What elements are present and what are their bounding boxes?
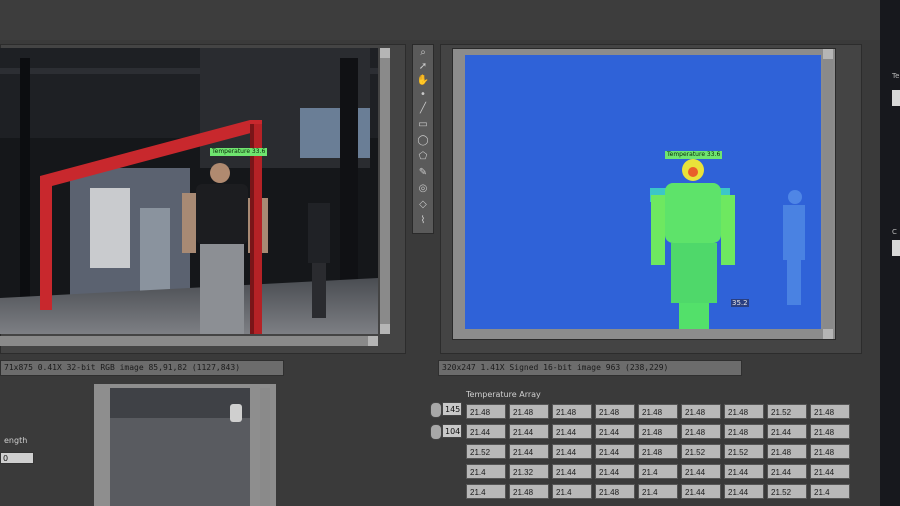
temperature-cell[interactable]: 21.48 — [681, 404, 721, 419]
scroll-up-arrow-icon[interactable] — [823, 49, 833, 59]
temperature-cell[interactable]: 21.4 — [466, 464, 506, 479]
temperature-cell[interactable]: 21.4 — [638, 464, 678, 479]
rgb-temperature-tag: Temperature 33.6 — [210, 148, 268, 156]
column-index-field[interactable]: 104 — [442, 424, 462, 438]
temperature-cell[interactable]: 21.44 — [466, 424, 506, 439]
row-index-field[interactable]: 145 — [442, 402, 462, 416]
temperature-cell[interactable]: 21.52 — [767, 484, 807, 499]
polygon-icon[interactable]: ⬠ — [415, 151, 431, 163]
temperature-cell[interactable]: 21.48 — [810, 444, 850, 459]
right-side-panel: Te C — [880, 0, 900, 506]
secondary-view-frame — [94, 384, 276, 506]
scroll-down-arrow-icon[interactable] — [823, 329, 833, 339]
temperature-cell[interactable]: 21.48 — [810, 404, 850, 419]
temperature-cell[interactable]: 21.44 — [552, 464, 592, 479]
temperature-cell[interactable]: 21.52 — [466, 444, 506, 459]
window-top-band — [0, 0, 880, 40]
temperature-cell[interactable]: 21.44 — [595, 444, 635, 459]
ellipse-icon[interactable]: ◯ — [415, 135, 431, 147]
temperature-cell[interactable]: 21.44 — [767, 464, 807, 479]
thermal-camera-image[interactable]: Temperature 33.6 35.2 — [465, 55, 821, 329]
temperature-cell[interactable]: 21.48 — [595, 404, 635, 419]
temperature-cell[interactable]: 21.44 — [595, 424, 635, 439]
point-icon[interactable]: • — [415, 89, 431, 101]
temperature-cell[interactable]: 21.44 — [724, 484, 764, 499]
right-field-top[interactable] — [892, 90, 900, 106]
pan-hand-icon[interactable]: ✋ — [415, 75, 431, 87]
length-field[interactable]: 0 — [0, 452, 34, 464]
rgb-camera-image[interactable]: Temperature 33.6 — [0, 48, 378, 334]
temperature-cell[interactable]: 21.48 — [767, 444, 807, 459]
temperature-cell[interactable]: 21.48 — [638, 444, 678, 459]
rgb-image-info: 71x875 0.41X 32-bit RGB image 85,91,82 (… — [0, 360, 284, 376]
temperature-cell[interactable]: 21.44 — [810, 464, 850, 479]
pointer-icon[interactable]: ➚ — [415, 61, 431, 73]
rgb-horizontal-scrollbar[interactable] — [0, 336, 378, 346]
secondary-vertical-scrollbar[interactable] — [260, 388, 270, 506]
thermal-vertical-scrollbar[interactable] — [823, 49, 833, 339]
temperature-cell[interactable]: 21.4 — [552, 484, 592, 499]
temperature-cell[interactable]: 21.48 — [724, 404, 764, 419]
temperature-cell[interactable]: 21.4 — [466, 484, 506, 499]
rotated-rect-icon[interactable]: ◇ — [415, 199, 431, 211]
right-label-bottom: C — [892, 228, 897, 236]
zoom-icon[interactable]: ⌕ — [415, 47, 431, 59]
rectangle-icon[interactable]: ▭ — [415, 119, 431, 131]
temperature-cell[interactable]: 21.48 — [509, 484, 549, 499]
thermal-corner-value: 35.2 — [731, 299, 749, 307]
temperature-cell[interactable]: 21.52 — [681, 444, 721, 459]
column-index-spinner[interactable] — [430, 424, 442, 440]
temperature-cell[interactable]: 21.44 — [724, 464, 764, 479]
temperature-cell[interactable]: 21.48 — [509, 404, 549, 419]
temperature-array-label: Temperature Array — [466, 390, 541, 399]
temperature-cell[interactable]: 21.48 — [466, 404, 506, 419]
temperature-cell[interactable]: 21.44 — [595, 464, 635, 479]
scroll-right-arrow-icon[interactable] — [368, 336, 378, 346]
scroll-up-arrow-icon[interactable] — [380, 48, 390, 58]
freehand-icon[interactable]: ✎ — [415, 167, 431, 179]
temperature-cell[interactable]: 21.4 — [810, 484, 850, 499]
scroll-down-arrow-icon[interactable] — [380, 324, 390, 334]
length-label: ength — [4, 436, 28, 445]
temperature-cell[interactable]: 21.44 — [552, 444, 592, 459]
temperature-cell[interactable]: 21.44 — [552, 424, 592, 439]
right-label-top: Te — [892, 72, 900, 80]
temperature-cell[interactable]: 21.52 — [767, 404, 807, 419]
tool-palette: ⌕ ➚ ✋ • ╱ ▭ ◯ ⬠ ✎ ◎ ◇ ⌇ — [412, 44, 434, 234]
temperature-cell[interactable]: 21.44 — [509, 444, 549, 459]
row-index-spinner[interactable] — [430, 402, 442, 418]
right-field-bottom[interactable] — [892, 240, 900, 256]
temperature-cell[interactable]: 21.48 — [595, 484, 635, 499]
temperature-cell[interactable]: 21.52 — [724, 444, 764, 459]
rgb-vertical-scrollbar[interactable] — [380, 48, 390, 334]
temperature-cell[interactable]: 21.32 — [509, 464, 549, 479]
thermal-frame: Temperature 33.6 35.2 — [452, 48, 836, 340]
temperature-cell[interactable]: 21.4 — [638, 484, 678, 499]
temperature-cell[interactable]: 21.48 — [638, 424, 678, 439]
secondary-camera-image[interactable] — [110, 388, 250, 506]
temperature-cell[interactable]: 21.48 — [681, 424, 721, 439]
temperature-cell[interactable]: 21.44 — [681, 484, 721, 499]
temperature-cell[interactable]: 21.44 — [509, 424, 549, 439]
line-icon[interactable]: ╱ — [415, 103, 431, 115]
thermal-image-info: 320x247 1.41X Signed 16-bit image 963 (2… — [438, 360, 742, 376]
temperature-array-grid: 21.48 21.48 21.48 21.48 21.48 21.48 21.48 21.52… — [466, 404, 850, 499]
settings-panel: ength 0 — [0, 384, 80, 506]
temperature-cell[interactable]: 21.48 — [724, 424, 764, 439]
temperature-cell[interactable]: 21.48 — [552, 404, 592, 419]
thermal-temperature-tag: Temperature 33.6 — [665, 151, 723, 159]
temperature-cell[interactable]: 21.44 — [681, 464, 721, 479]
temperature-cell[interactable]: 21.48 — [638, 404, 678, 419]
broken-line-icon[interactable]: ⌇ — [415, 215, 431, 227]
annulus-icon[interactable]: ◎ — [415, 183, 431, 195]
temperature-cell[interactable]: 21.44 — [767, 424, 807, 439]
temperature-cell[interactable]: 21.48 — [810, 424, 850, 439]
